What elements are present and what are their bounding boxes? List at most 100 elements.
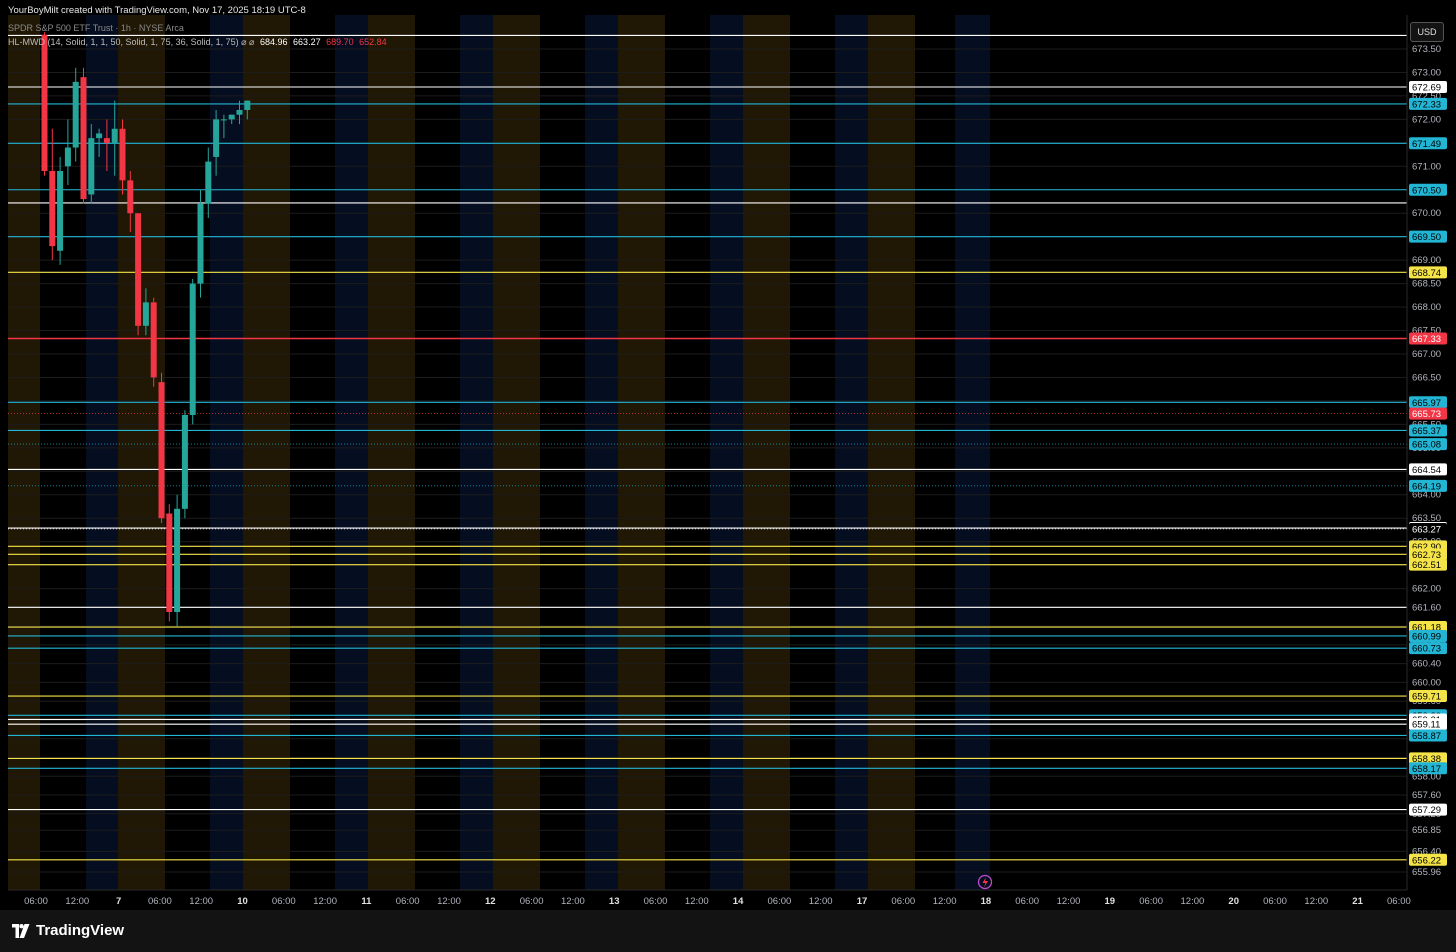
price-tick-label: 667.00 (1412, 349, 1441, 360)
price-tag-label: 660.99 (1412, 631, 1441, 642)
chart-credit: YourBoyMilt created with TradingView.com… (8, 5, 306, 16)
price-tick-label: 668.50 (1412, 279, 1441, 290)
time-tick-label: 7 (116, 896, 121, 907)
price-tick-label: 673.00 (1412, 67, 1441, 78)
price-tick-label: 660.40 (1412, 659, 1441, 670)
time-tick-label: 12:00 (189, 896, 213, 907)
price-tick-label: 660.00 (1412, 677, 1441, 688)
time-tick-label: 19 (1105, 896, 1116, 907)
time-tick-label: 17 (857, 896, 868, 907)
price-tag-label: 668.74 (1412, 268, 1441, 279)
price-tick-label: 657.60 (1412, 790, 1441, 801)
candle-body[interactable] (189, 283, 196, 415)
price-tag-label: 671.49 (1412, 139, 1441, 150)
candle-body[interactable] (119, 128, 126, 181)
price-tick-label: 666.50 (1412, 372, 1441, 383)
time-tick-label: 12 (485, 896, 496, 907)
candle-body[interactable] (64, 147, 71, 167)
indicator-value-1: 684.96 (260, 37, 288, 47)
time-tick-label: 18 (981, 896, 992, 907)
price-tag-label: 665.73 (1412, 409, 1441, 420)
price-tag-label: 664.19 (1412, 481, 1441, 492)
price-chart[interactable]: 673.50673.00672.50672.00671.50671.00670.… (0, 0, 1456, 910)
candle-body[interactable] (96, 133, 103, 139)
time-tick-label: 06:00 (1263, 896, 1287, 907)
time-tick-label: 12:00 (933, 896, 957, 907)
candle-body[interactable] (236, 109, 243, 115)
price-tag-label: 663.27 (1412, 524, 1441, 535)
candle-body[interactable] (142, 302, 149, 326)
price-tag-label: 659.11 (1412, 720, 1440, 731)
time-tick-label: 12:00 (1304, 896, 1328, 907)
time-tick-label: 06:00 (396, 896, 420, 907)
candle-body[interactable] (41, 34, 48, 171)
price-tag-label: 665.97 (1412, 398, 1441, 409)
price-tick-label: 673.50 (1412, 44, 1441, 55)
candle-body[interactable] (213, 119, 220, 157)
time-tick-label: 06:00 (520, 896, 544, 907)
price-tag-label: 664.54 (1412, 465, 1441, 476)
time-tick-label: 12:00 (437, 896, 461, 907)
price-tag-label: 667.33 (1412, 334, 1441, 345)
time-tick-label: 06:00 (891, 896, 915, 907)
price-tag-label: 658.87 (1412, 731, 1441, 742)
price-tag-label: 662.51 (1412, 560, 1441, 571)
candle-body[interactable] (127, 180, 134, 214)
candle-body[interactable] (174, 508, 181, 613)
price-tag-label: 658.17 (1412, 764, 1441, 775)
price-tick-label: 670.00 (1412, 208, 1441, 219)
candle-body[interactable] (57, 170, 64, 251)
time-tick-label: 06:00 (768, 896, 792, 907)
price-tag-label: 665.37 (1412, 426, 1441, 437)
candle-body[interactable] (150, 302, 157, 378)
candle-body[interactable] (72, 81, 79, 148)
candle-body[interactable] (49, 170, 56, 247)
footer: TradingView (0, 910, 1456, 952)
time-tick-label: 12:00 (65, 896, 89, 907)
price-tick-label: 662.00 (1412, 584, 1441, 595)
time-tick-label: 12:00 (561, 896, 585, 907)
price-tag-label: 660.73 (1412, 644, 1441, 655)
candle-body[interactable] (205, 161, 212, 204)
time-tick-label: 12:00 (1181, 896, 1205, 907)
price-tag-label: 669.50 (1412, 232, 1441, 243)
candle-body[interactable] (80, 77, 87, 200)
price-tag-label: 665.08 (1412, 440, 1441, 451)
candle-body[interactable] (135, 213, 142, 326)
time-tick-label: 06:00 (1387, 896, 1411, 907)
time-tick-label: 06:00 (148, 896, 172, 907)
time-tick-label: 20 (1228, 896, 1239, 907)
indicator-visibility-icons[interactable]: ⌀ ⌀ (241, 37, 254, 47)
candle-body[interactable] (181, 414, 188, 509)
candle-body[interactable] (103, 138, 110, 143)
indicator-legend[interactable]: HL-MWD (14, Solid, 1, 1, 50, Solid, 1, 7… (8, 37, 387, 48)
candle-body[interactable] (158, 382, 165, 519)
tradingview-logo[interactable]: TradingView (12, 922, 124, 939)
candle-body[interactable] (88, 138, 95, 195)
candle-body[interactable] (111, 128, 118, 143)
price-tick-label: 669.00 (1412, 255, 1441, 266)
indicator-value-2: 663.27 (293, 37, 321, 47)
price-tag-label: 659.71 (1412, 692, 1441, 703)
symbol-title[interactable]: SPDR S&P 500 ETF Trust · 1h · NYSE Arca (8, 23, 184, 33)
currency-button[interactable]: USD (1410, 22, 1444, 42)
candle-body[interactable] (197, 203, 204, 284)
time-tick-label: 12:00 (685, 896, 709, 907)
price-tick-label: 655.96 (1412, 867, 1441, 878)
price-tag-label: 670.50 (1412, 185, 1441, 196)
candle-body[interactable] (220, 119, 227, 121)
price-tick-label: 672.00 (1412, 114, 1441, 125)
price-tag-label: 656.22 (1412, 855, 1441, 866)
time-tick-label: 10 (237, 896, 248, 907)
candle-body[interactable] (244, 100, 251, 110)
price-tag-label: 672.33 (1412, 99, 1441, 110)
candle-body[interactable] (166, 513, 173, 613)
indicator-value-3: 689.70 (326, 37, 354, 47)
price-tick-label: 671.00 (1412, 161, 1441, 172)
candle-body[interactable] (228, 114, 235, 120)
price-tick-label: 668.00 (1412, 302, 1441, 313)
indicator-name: HL-MWD (14, Solid, 1, 1, 50, Solid, 1, 7… (8, 37, 239, 47)
time-tick-label: 12:00 (313, 896, 337, 907)
tradingview-brand: TradingView (36, 922, 125, 939)
time-tick-label: 21 (1352, 896, 1363, 907)
